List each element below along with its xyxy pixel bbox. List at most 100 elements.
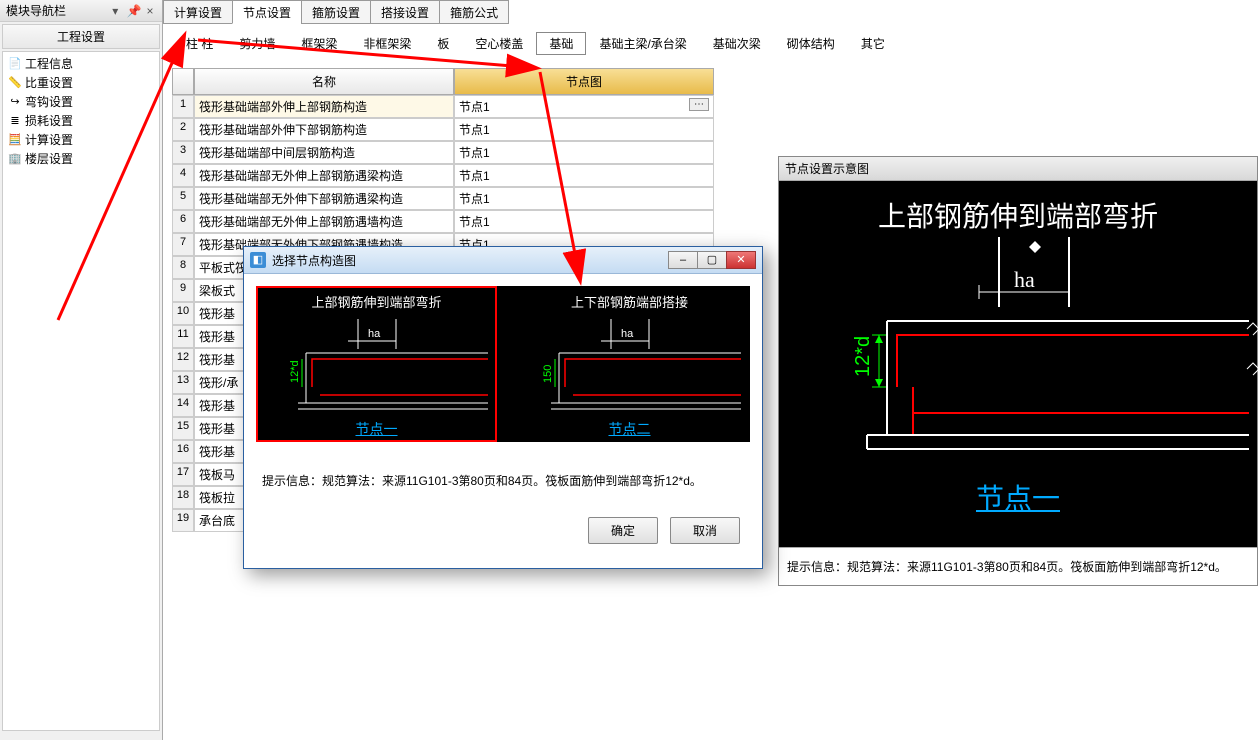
sidebar-section-header[interactable]: 工程设置	[2, 24, 160, 49]
maximize-button[interactable]: ▢	[697, 251, 727, 269]
dialog-hint: 提示信息：规范算法：来源11G101-3第80页和84页。筏板面筋伸到端部弯折1…	[256, 442, 750, 509]
top-tab-2[interactable]: 箍筋设置	[301, 0, 371, 24]
row-number: 14	[172, 394, 194, 417]
cancel-button[interactable]: 取消	[670, 517, 740, 544]
row-number: 17	[172, 463, 194, 486]
cell-node[interactable]: 节点1	[454, 187, 714, 210]
row-number: 6	[172, 210, 194, 233]
ha-label: ha	[1014, 267, 1035, 292]
sidebar-item-4[interactable]: 🧮计算设置	[5, 130, 157, 149]
tree-icon: 📏	[7, 75, 23, 91]
row-number: 15	[172, 417, 194, 440]
tree-label: 计算设置	[25, 131, 73, 148]
top-tab-0[interactable]: 计算设置	[163, 0, 233, 24]
table-row[interactable]: 3筏形基础端部中间层钢筋构造节点1	[172, 141, 722, 164]
pin-icon[interactable]: 📌	[127, 4, 139, 18]
dialog-titlebar[interactable]: ◧ 选择节点构造图 – ▢ ✕	[244, 247, 762, 274]
table-header: 名称 节点图	[172, 68, 722, 95]
tree-icon: 🧮	[7, 132, 23, 148]
row-number: 1	[172, 95, 194, 118]
cell-name[interactable]: 筏形基础端部中间层钢筋构造	[194, 141, 454, 164]
dropdown-icon[interactable]: ▾	[109, 4, 121, 18]
option-title: 上部钢筋伸到端部弯折	[258, 288, 495, 315]
row-number: 8	[172, 256, 194, 279]
tree-icon: 📄	[7, 56, 23, 72]
table-row[interactable]: 1筏形基础端部外伸上部钢筋构造节点1⋯	[172, 95, 722, 118]
sub-tab-8[interactable]: 基础次梁	[700, 32, 774, 55]
table-row[interactable]: 4筏形基础端部无外伸上部钢筋遇梁构造节点1	[172, 164, 722, 187]
dialog-hint-prefix: 提示信息：	[262, 474, 322, 488]
sidebar-item-5[interactable]: 🏢楼层设置	[5, 149, 157, 168]
preview-canvas: 上部钢筋伸到端部弯折 ha 12*d	[779, 181, 1257, 547]
minimize-button[interactable]: –	[668, 251, 698, 269]
preview-diagram-title: 上部钢筋伸到端部弯折	[779, 181, 1257, 235]
preview-link[interactable]: 节点一	[779, 477, 1257, 517]
cell-name[interactable]: 筏形基础端部无外伸下部钢筋遇梁构造	[194, 187, 454, 210]
sub-tab-0[interactable]: 柱 柱	[173, 32, 226, 55]
row-number: 16	[172, 440, 194, 463]
option-link[interactable]: 节点一	[258, 415, 495, 443]
dialog-body: 上部钢筋伸到端部弯折ha12*d节点一上下部钢筋端部搭接ha150节点二 提示信…	[244, 274, 762, 568]
cell-node[interactable]: 节点1	[454, 164, 714, 187]
sub-tab-3[interactable]: 非框架梁	[350, 32, 424, 55]
row-number: 12	[172, 348, 194, 371]
cell-name[interactable]: 筏形基础端部外伸下部钢筋构造	[194, 118, 454, 141]
sidebar-tree: 📄工程信息📏比重设置↪弯钩设置≣损耗设置🧮计算设置🏢楼层设置	[2, 51, 160, 731]
dialog-title: 选择节点构造图	[272, 252, 356, 269]
tree-label: 损耗设置	[25, 112, 73, 129]
dialog-hint-text: 规范算法：来源11G101-3第80页和84页。筏板面筋伸到端部弯折12*d。	[322, 474, 702, 488]
select-node-dialog: ◧ 选择节点构造图 – ▢ ✕ 上部钢筋伸到端部弯折ha12*d节点一上下部钢筋…	[243, 246, 763, 569]
row-number: 11	[172, 325, 194, 348]
dialog-buttons: 确定 取消	[256, 509, 750, 556]
sub-tab-1[interactable]: 剪力墙	[226, 32, 288, 55]
sub-tab-5[interactable]: 空心楼盖	[462, 32, 536, 55]
svg-text:150: 150	[542, 365, 554, 383]
sub-tab-2[interactable]: 框架梁	[288, 32, 350, 55]
option-title: 上下部钢筋端部搭接	[511, 288, 748, 315]
close-icon[interactable]: ×	[144, 4, 156, 18]
row-number: 3	[172, 141, 194, 164]
sidebar-item-3[interactable]: ≣损耗设置	[5, 111, 157, 130]
tree-label: 弯钩设置	[25, 93, 73, 110]
cell-name[interactable]: 筏形基础端部无外伸上部钢筋遇梁构造	[194, 164, 454, 187]
close-button[interactable]: ✕	[726, 251, 756, 269]
tree-icon: 🏢	[7, 151, 23, 167]
tree-label: 比重设置	[25, 74, 73, 91]
cell-name[interactable]: 筏形基础端部外伸上部钢筋构造	[194, 95, 454, 118]
top-tab-1[interactable]: 节点设置	[232, 0, 302, 24]
sidebar-titlebar: 模块导航栏 ▾ 📌 ×	[0, 0, 162, 22]
sidebar-item-0[interactable]: 📄工程信息	[5, 54, 157, 73]
cell-node[interactable]: 节点1	[454, 210, 714, 233]
row-number: 9	[172, 279, 194, 302]
sidebar-item-2[interactable]: ↪弯钩设置	[5, 92, 157, 111]
table-row[interactable]: 5筏形基础端部无外伸下部钢筋遇梁构造节点1	[172, 187, 722, 210]
tree-label: 工程信息	[25, 55, 73, 72]
node-option-0[interactable]: 上部钢筋伸到端部弯折ha12*d节点一	[256, 286, 497, 442]
table-row[interactable]: 2筏形基础端部外伸下部钢筋构造节点1	[172, 118, 722, 141]
sub-tab-4[interactable]: 板	[424, 32, 462, 55]
sub-tab-7[interactable]: 基础主梁/承台梁	[586, 32, 699, 55]
row-number: 18	[172, 486, 194, 509]
tree-icon: ≣	[7, 113, 23, 129]
sub-tab-9[interactable]: 砌体结构	[774, 32, 848, 55]
table-row[interactable]: 6筏形基础端部无外伸上部钢筋遇墙构造节点1	[172, 210, 722, 233]
sidebar-item-1[interactable]: 📏比重设置	[5, 73, 157, 92]
app-icon: ◧	[250, 252, 266, 268]
sidebar-controls: ▾ 📌 ×	[107, 4, 156, 18]
sub-tab-6[interactable]: 基础	[536, 32, 586, 55]
cell-node[interactable]: 节点1	[454, 141, 714, 164]
preview-panel: 节点设置示意图 上部钢筋伸到端部弯折 ha 12*d	[778, 156, 1258, 586]
node-option-1[interactable]: 上下部钢筋端部搭接ha150节点二	[509, 286, 750, 442]
sub-tab-10[interactable]: 其它	[848, 32, 898, 55]
option-link[interactable]: 节点二	[511, 415, 748, 443]
top-tab-4[interactable]: 箍筋公式	[439, 0, 509, 24]
top-tab-3[interactable]: 搭接设置	[370, 0, 440, 24]
hint-text: 规范算法：来源11G101-3第80页和84页。筏板面筋伸到端部弯折12*d。	[847, 560, 1227, 574]
cell-node[interactable]: 节点1⋯	[454, 95, 714, 118]
cell-node[interactable]: 节点1	[454, 118, 714, 141]
ok-button[interactable]: 确定	[588, 517, 658, 544]
row-number: 5	[172, 187, 194, 210]
cell-name[interactable]: 筏形基础端部无外伸上部钢筋遇墙构造	[194, 210, 454, 233]
top-tabs: 计算设置节点设置箍筋设置搭接设置箍筋公式	[163, 0, 508, 24]
ellipsis-button[interactable]: ⋯	[689, 98, 709, 111]
